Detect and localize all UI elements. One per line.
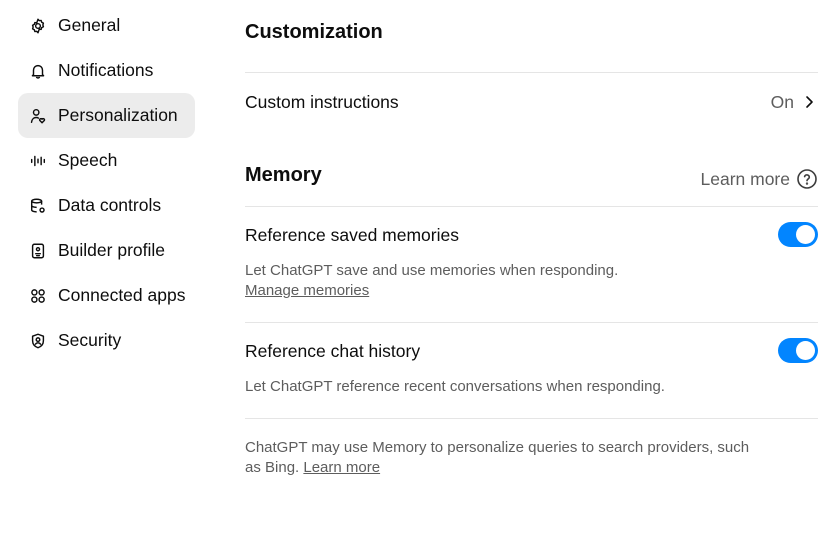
reference-chat-history-description: Let ChatGPT reference recent conversatio… [245,378,665,395]
sidebar-item-personalization[interactable]: Personalization [18,93,195,138]
memory-footer-note: ChatGPT may use Memory to personalize qu… [245,438,765,478]
customization-title: Customization [245,21,383,43]
settings-sidebar: General Notifications Personalization Sp… [18,3,195,363]
reference-chat-history-toggle[interactable] [778,338,818,363]
toggle-knob [796,225,815,244]
help-icon [796,168,818,190]
sidebar-item-label: Data controls [58,195,162,215]
divider [245,418,818,419]
sidebar-item-general[interactable]: General [18,3,195,48]
sidebar-item-label: Speech [58,150,118,170]
database-gear-icon [28,196,48,216]
sidebar-item-notifications[interactable]: Notifications [18,48,195,93]
custom-instructions-label: Custom instructions [245,92,399,112]
sidebar-item-label: Personalization [58,105,178,125]
reference-chat-history-label: Reference chat history [245,341,421,361]
toggle-knob [796,341,815,360]
gear-icon [28,16,48,36]
custom-instructions-row[interactable]: Custom instructions On [245,84,818,120]
sidebar-item-label: Notifications [58,60,154,80]
footer-learn-more-link[interactable]: Learn more [303,459,380,476]
sidebar-item-label: General [58,15,121,35]
sidebar-item-speech[interactable]: Speech [18,138,195,183]
person-heart-icon [28,106,48,126]
bell-icon [28,61,48,81]
custom-instructions-status: On [770,92,794,112]
divider [245,206,818,207]
apps-icon [28,286,48,306]
waveform-icon [28,151,48,171]
reference-saved-memories-toggle[interactable] [778,222,818,247]
shield-person-icon [28,331,48,351]
memory-title: Memory [245,164,322,186]
id-badge-icon [28,241,48,261]
sidebar-item-security[interactable]: Security [18,318,195,363]
sidebar-item-data-controls[interactable]: Data controls [18,183,195,228]
divider [245,322,818,323]
reference-saved-memories-description: Let ChatGPT save and use memories when r… [245,261,618,301]
description-text: Let ChatGPT save and use memories when r… [245,262,619,279]
sidebar-item-label: Connected apps [58,285,186,305]
manage-memories-link[interactable]: Manage memories [245,282,369,299]
reference-saved-memories-label: Reference saved memories [245,225,459,245]
sidebar-item-connected-apps[interactable]: Connected apps [18,273,195,318]
learn-more-link[interactable]: Learn more [701,169,791,190]
divider [245,72,818,73]
memory-learn-more[interactable]: Learn more [701,167,819,191]
chevron-right-icon [802,93,816,111]
sidebar-item-builder-profile[interactable]: Builder profile [18,228,195,273]
sidebar-item-label: Security [58,330,122,350]
sidebar-item-label: Builder profile [58,240,165,260]
